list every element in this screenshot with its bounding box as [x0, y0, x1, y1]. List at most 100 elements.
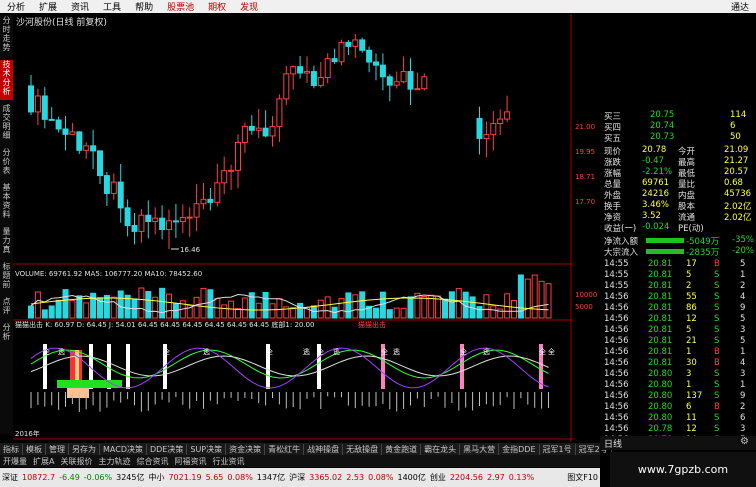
indicator-tab[interactable]: 黄金跑道	[382, 443, 422, 455]
daily-label[interactable]: 日线	[604, 437, 622, 450]
tick-row: 14:56 20.80 11 S 6	[602, 413, 754, 424]
stat-row: 收益(一) -0.024 PE(动)	[602, 222, 754, 234]
index-value: 1400亿	[397, 473, 426, 482]
candle-body	[228, 169, 235, 172]
index-value: 0.08%	[227, 473, 253, 482]
candle-body	[55, 119, 62, 130]
volume-bar	[359, 291, 366, 319]
tick-time: 14:55	[604, 281, 629, 291]
indicator-tab[interactable]: 模板	[23, 443, 46, 455]
tick-side: S	[714, 369, 720, 379]
tick-count: 5	[740, 314, 746, 324]
indicator-tab[interactable]: SUP决策	[187, 443, 227, 455]
candle-body	[90, 145, 97, 152]
indicator-tab[interactable]: 黑马大营	[460, 443, 500, 455]
info-tab[interactable]: 开爆量	[0, 456, 30, 467]
ask-vol: 50	[730, 132, 741, 142]
indicator-tab[interactable]: 冠军1号	[540, 443, 576, 455]
index-value: 3365.02	[309, 473, 343, 482]
candle-body	[497, 118, 504, 125]
info-tab[interactable]: 扩展A	[30, 456, 57, 467]
flow-bar	[646, 249, 684, 254]
index-label: 深证	[2, 473, 18, 482]
info-tab[interactable]: 行业资讯	[209, 456, 247, 467]
volume-bar	[207, 289, 214, 319]
volume-bar	[83, 302, 90, 319]
tick-price: 20.81	[648, 347, 673, 357]
volume-tick: 10000	[575, 291, 597, 299]
left-tab[interactable]: 分析	[0, 323, 13, 345]
info-tab[interactable]: 主力轨迹	[95, 456, 133, 467]
indicator-tab[interactable]: 金指DDE	[499, 443, 540, 455]
tick-side: S	[714, 314, 720, 324]
menu-item-red[interactable]: 股票池	[160, 0, 201, 13]
info-tab[interactable]: 阿福资讯	[171, 456, 209, 467]
indicator-tab[interactable]: MACD决策	[100, 443, 147, 455]
menu-item-red[interactable]: 期权	[201, 0, 233, 13]
indicator-tab[interactable]: 青松红牛	[265, 443, 305, 455]
indicator-tab[interactable]: 无敌操盘	[343, 443, 383, 455]
left-tab[interactable]: 基本资料	[0, 183, 13, 223]
tick-row: 14:56 20.80 1 S 1	[602, 380, 754, 391]
menu-item[interactable]: 工具	[96, 0, 128, 13]
index-value: 0.08%	[368, 473, 394, 482]
candle-body	[117, 181, 124, 209]
signal-marker: 全	[163, 347, 170, 356]
info-tab[interactable]: 关联报价	[57, 456, 95, 467]
volume-bar	[117, 290, 124, 319]
menu-item-red[interactable]: 发现	[233, 0, 265, 13]
indicator-tab[interactable]: 资金决策	[226, 443, 266, 455]
candle-body	[152, 217, 159, 222]
left-tab[interactable]: 标题前	[0, 262, 13, 293]
left-tab[interactable]: 成交明细	[0, 104, 13, 144]
f10-button[interactable]: 图文F10	[565, 472, 600, 483]
menu-item[interactable]: 扩展	[32, 0, 64, 13]
tick-row: 14:56 20.80 3 S 3	[602, 369, 754, 380]
left-tab[interactable]: 分时走势	[0, 16, 13, 56]
tick-vol: 137	[686, 391, 703, 401]
indicator-tab[interactable]: 霸在龙头	[421, 443, 461, 455]
index-value: -0.06%	[83, 473, 113, 482]
tick-price: 20.81	[648, 325, 673, 335]
stat-row: 涨幅 -2.21% 最低 20.57	[602, 167, 754, 179]
candle-body	[48, 118, 55, 121]
volume-bar	[497, 308, 504, 319]
signal-marker: 全	[43, 347, 50, 356]
gear-icon[interactable]: ⚙	[740, 436, 749, 447]
tick-price: 20.80	[648, 391, 673, 401]
overlay-box	[429, 14, 600, 110]
menu-item[interactable]: 帮助	[128, 0, 160, 13]
info-tab[interactable]: 综合资讯	[133, 456, 171, 467]
volume-bar	[69, 299, 76, 319]
left-tab[interactable]: 点评	[0, 297, 13, 319]
tick-time: 14:56	[604, 369, 629, 379]
indicator-tab[interactable]: 指标	[0, 443, 23, 455]
candle-body	[193, 203, 200, 218]
indicator-tab[interactable]: 管理	[46, 443, 69, 455]
left-tab[interactable]: 量力真	[0, 227, 13, 258]
candle-body	[207, 198, 214, 203]
menu-item[interactable]: 分析	[0, 0, 32, 13]
left-tab[interactable]: 技术分析	[0, 60, 13, 100]
kline-chart-area[interactable]: 16.46 21.00 19.95 18.71 17.70 VOLUME: 69761.9…	[13, 14, 600, 442]
tick-time: 14:56	[604, 347, 629, 357]
tick-count: 5	[740, 336, 746, 346]
status-bar: 深证 10872.7 -6.49 -0.06% 3245亿 中小 7021.19 5.65 0.…	[0, 468, 600, 487]
tick-time: 14:56	[604, 358, 629, 368]
indicator-tab[interactable]: 另存为	[69, 443, 100, 455]
volume-bar	[103, 294, 110, 319]
index-label: 沪深	[289, 473, 306, 482]
menu-item[interactable]: 资讯	[64, 0, 96, 13]
candle-body	[28, 85, 34, 113]
stat-value: 69761	[642, 178, 670, 188]
tick-price: 20.81	[648, 259, 673, 269]
indicator-tab[interactable]: DDE决策	[147, 443, 188, 455]
flow-label: 大宗流入	[604, 248, 639, 258]
indicator-tab[interactable]: 战神操盘	[304, 443, 344, 455]
left-tab[interactable]: 分价表	[0, 148, 13, 179]
tick-row: 14:56 20.81 21 S 5	[602, 336, 754, 347]
kdj-tag: 猫猫出击	[358, 320, 386, 329]
signal-marker: 逃	[393, 347, 400, 356]
volume-bar	[166, 293, 172, 319]
chart-title: 沙河股份(日线 前复权)	[16, 18, 107, 28]
